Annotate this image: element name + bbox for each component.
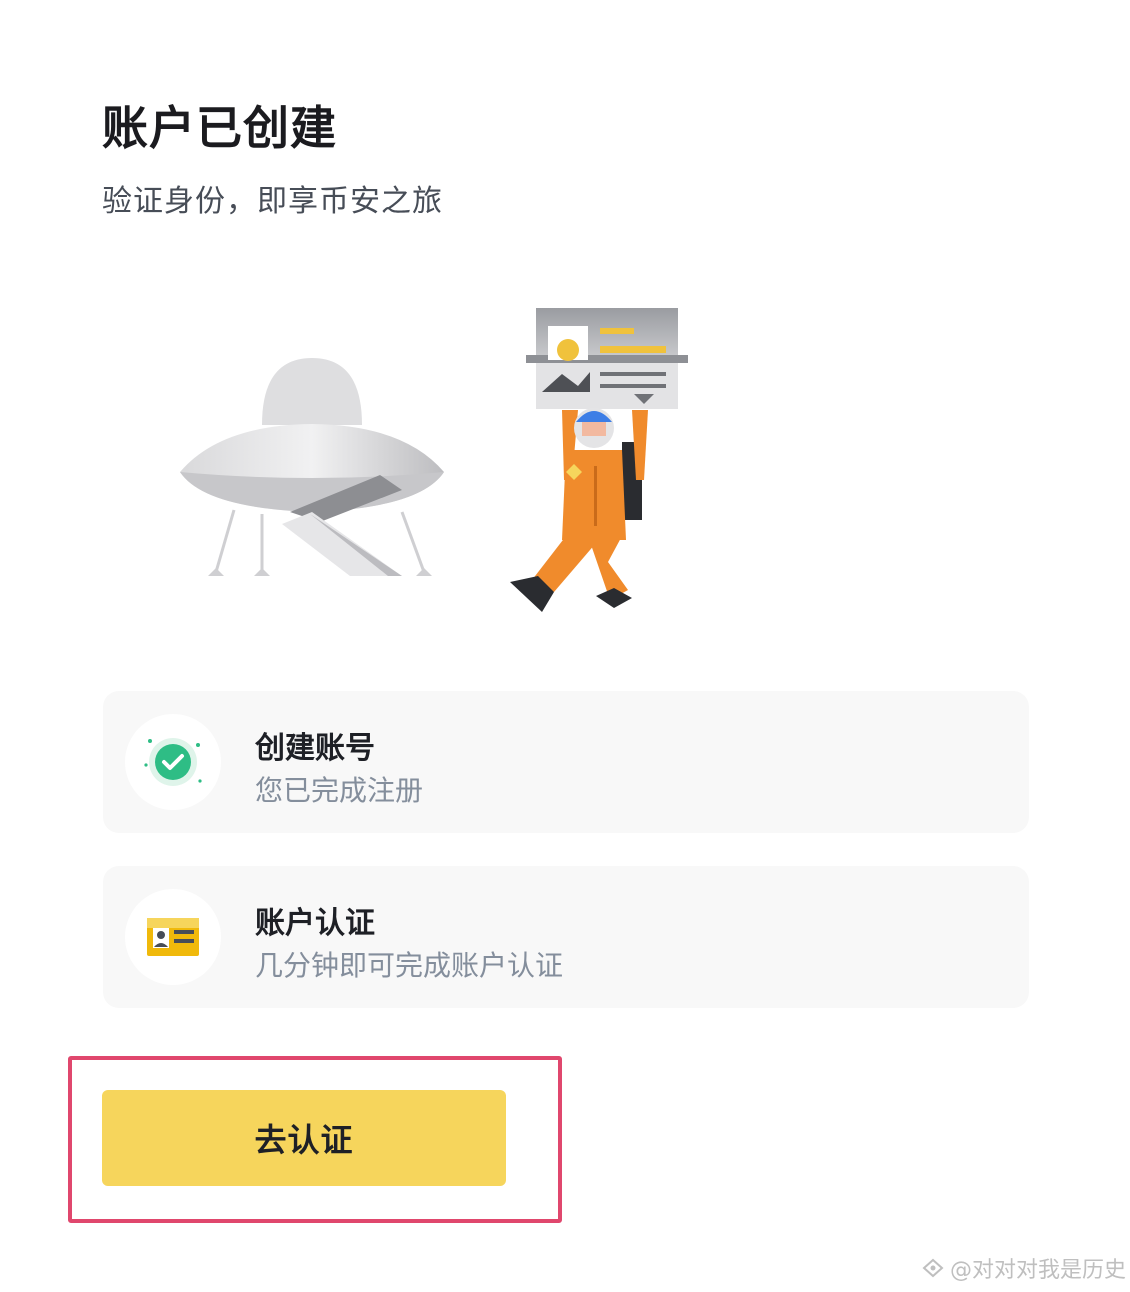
step-description: 您已完成注册: [255, 774, 424, 807]
step-title: 创建账号: [255, 731, 375, 766]
step-icon-container: [125, 889, 221, 985]
step-icon-container: [125, 714, 221, 810]
watermark-logo-icon: [922, 1258, 944, 1278]
step-title: 账户认证: [255, 906, 375, 941]
page-title: 账户已创建: [102, 101, 337, 155]
id-card-icon: [147, 918, 199, 956]
watermark-text: @对对对我是历史: [950, 1258, 1127, 1283]
step-card-create-account: 创建账号 您已完成注册: [103, 691, 1029, 833]
check-circle-icon: [144, 738, 202, 786]
page-subtitle: 验证身份，即享币安之旅: [102, 184, 443, 219]
astronaut-illustration: [510, 308, 688, 612]
illustration: [180, 308, 688, 612]
saucer-illustration: [180, 358, 444, 576]
step-card-account-verification: 账户认证 几分钟即可完成账户认证: [103, 866, 1029, 1008]
step-description: 几分钟即可完成账户认证: [255, 949, 564, 982]
verify-button[interactable]: 去认证: [102, 1090, 506, 1186]
watermark: @对对对我是历史: [922, 1252, 1126, 1284]
